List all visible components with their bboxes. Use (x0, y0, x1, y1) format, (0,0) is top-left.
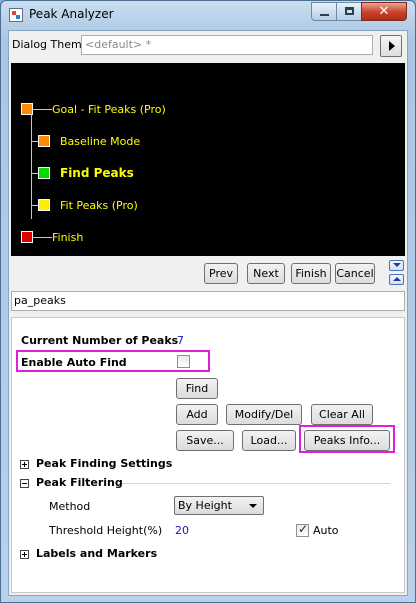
enable-auto-find-label: Enable Auto Find (21, 356, 127, 369)
flowchart-panel: Goal - Fit Peaks (Pro) Baseline Mode Fin… (11, 63, 405, 256)
expand-plus-icon[interactable] (20, 550, 29, 559)
save-button[interactable]: Save... (176, 430, 234, 451)
add-button[interactable]: Add (176, 404, 218, 425)
peak-filtering-section[interactable]: Peak Filtering (36, 476, 123, 489)
window-title: Peak Analyzer (29, 7, 114, 21)
peaks-info-button[interactable]: Peaks Info... (304, 430, 390, 451)
find-peaks-settings-panel: Current Number of Peaks 7 Enable Auto Fi… (11, 317, 405, 593)
dialog-theme-field[interactable]: <default> * (81, 35, 373, 55)
flow-step-marker-fit-peaks[interactable] (38, 199, 50, 211)
app-icon (9, 8, 23, 22)
find-button[interactable]: Find (176, 378, 218, 399)
flow-step-marker-finish[interactable] (21, 231, 33, 243)
flow-step-goal[interactable]: Goal - Fit Peaks (Pro) (52, 103, 166, 116)
flow-step-fit-peaks[interactable]: Fit Peaks (Pro) (60, 199, 138, 212)
next-button[interactable]: Next (247, 263, 285, 284)
flow-step-baseline-mode[interactable]: Baseline Mode (60, 135, 140, 148)
section-divider (122, 483, 390, 484)
flow-step-find-peaks[interactable]: Find Peaks (60, 166, 134, 180)
expand-up-icon[interactable] (389, 274, 404, 285)
method-label: Method (49, 500, 91, 513)
current-peaks-label: Current Number of Peaks (21, 334, 179, 347)
flow-connector-line (31, 109, 32, 219)
theme-menu-button[interactable] (380, 35, 402, 57)
prev-button[interactable]: Prev (204, 263, 238, 284)
theme-name-field[interactable]: pa_peaks (11, 291, 405, 311)
clear-all-button[interactable]: Clear All (311, 404, 373, 425)
minimize-icon (320, 14, 329, 16)
peak-analyzer-window: Peak Analyzer ✕ Dialog Theme <default> *… (0, 0, 416, 603)
title-bar[interactable]: Peak Analyzer ✕ (1, 1, 415, 29)
flow-connector (32, 109, 52, 110)
auto-threshold-label: Auto (313, 524, 339, 537)
maximize-icon (345, 7, 354, 15)
maximize-button[interactable] (336, 2, 362, 21)
peak-finding-settings-section[interactable]: Peak Finding Settings (36, 457, 172, 470)
finish-button[interactable]: Finish (291, 263, 331, 284)
cancel-button[interactable]: Cancel (335, 263, 375, 284)
minimize-button[interactable] (311, 2, 337, 21)
close-icon: ✕ (378, 4, 390, 19)
dialog-theme-label: Dialog Theme (12, 38, 89, 51)
flow-step-marker-goal[interactable] (21, 103, 33, 115)
flow-step-marker-find-peaks[interactable] (38, 167, 50, 179)
expand-plus-icon[interactable] (20, 460, 29, 469)
collapse-minus-icon[interactable] (20, 479, 29, 488)
flow-connector (32, 237, 52, 238)
collapse-down-icon[interactable] (389, 260, 404, 271)
close-button[interactable]: ✕ (361, 2, 407, 21)
load-button[interactable]: Load... (242, 430, 296, 451)
method-select[interactable]: By Height (174, 496, 264, 515)
flow-step-finish[interactable]: Finish (52, 231, 83, 244)
flow-step-marker-baseline[interactable] (38, 135, 50, 147)
modify-del-button[interactable]: Modify/Del (226, 404, 302, 425)
dialog-client-area: Dialog Theme <default> * Goal - Fit Peak… (8, 30, 408, 596)
enable-auto-find-checkbox[interactable] (177, 355, 190, 368)
current-peaks-value: 7 (177, 334, 184, 347)
threshold-height-label: Threshold Height(%) (49, 524, 163, 537)
threshold-height-value[interactable]: 20 (175, 524, 189, 537)
auto-threshold-checkbox[interactable] (296, 522, 309, 537)
labels-and-markers-section[interactable]: Labels and Markers (36, 547, 157, 560)
